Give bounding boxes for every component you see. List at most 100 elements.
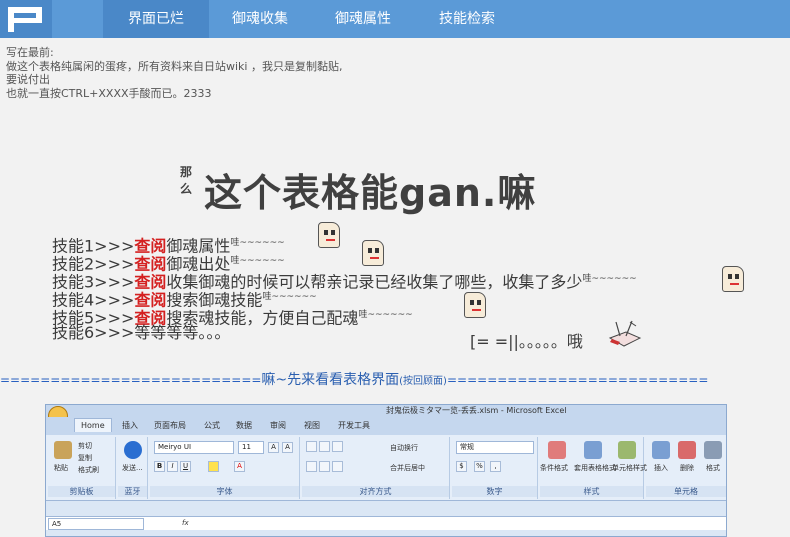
headline-small: 那么 [180,165,193,196]
conditional-format-icon [548,441,566,459]
site-logo[interactable] [0,0,52,38]
doodle-face-icon [722,266,744,292]
skill-row: 技能3>>>查阅收集御魂的时候可以帮亲记录已经收集了哪些，收集了多少哇~~~~~… [52,270,637,291]
group-clipboard: 粘贴 剪切 复制 格式刷 剪贴板 [48,437,116,499]
group-cells: 插入 删除 格式 单元格 [646,437,726,499]
paste-icon [54,441,72,459]
preface-line: 要说付出 [6,73,50,86]
group-alignment: 自动换行 合并后居中 对齐方式 [302,437,450,499]
preface-line: 写在最前: [6,46,54,59]
skill-exclaim: 哇~~~~~~ [582,274,637,284]
excel-tabs: Home 插入 页面布局 公式 数据 审阅 视图 开发工具 [46,417,726,435]
skill-exclaim: 哇~~~~~~ [358,310,413,320]
skill-exclaim: 哇~~~~~~ [230,238,285,248]
table-format-label: 套用表格格式 [574,464,616,472]
tab-formulas: 公式 [204,421,220,430]
format-painter-label: 格式刷 [78,466,99,474]
cut-label: 剪切 [78,442,92,450]
fx-icon: fx [182,519,189,527]
skill-exclaim: 哇~~~~~~ [230,256,285,266]
paste-label: 粘贴 [54,464,68,472]
nav-item-interface[interactable]: 界面已烂 [103,0,209,38]
excel-titlebar: 封鬼伝极ミタマ一览-丢丢.xlsm - Microsoft Excel [46,405,726,417]
insert-cells-icon [652,441,670,459]
group-name: 对齐方式 [302,486,449,497]
cell-style-label: 单元格样式 [612,464,647,472]
preface-text: 写在最前: 做这个表格纯属闲的蛋疼，所有资料来自日站wiki ，我只是复制黏贴,… [6,46,342,100]
excel-screenshot: 封鬼伝极ミタマ一览-丢丢.xlsm - Microsoft Excel Home… [45,404,727,537]
align-left-icon [306,461,317,472]
tab-review: 审阅 [270,421,286,430]
back-link[interactable]: (按回顾面) [399,376,447,387]
nav-item-skill-search[interactable]: 技能检索 [415,0,519,38]
font-color-icon: A [234,461,245,472]
shrink-font-icon: A [282,442,293,453]
group-bluetooth: 发送... 蓝牙 [118,437,148,499]
nav-item-attributes[interactable]: 御魂属性 [311,0,415,38]
delete-cells-icon [678,441,696,459]
align-center-icon [319,461,330,472]
preface-line: 也就一直按CTRL+XXXX手酸而已。2333 [6,86,212,100]
group-name: 数字 [452,486,537,497]
excel-ribbon: 粘贴 剪切 复制 格式刷 剪贴板 发送... 蓝牙 Meiryo UI 11 A… [46,435,726,501]
section-divider: ==========================嘛~先来看看表格界面(按回顾… [0,369,790,389]
number-format-select: 常规 [456,441,534,454]
font-size-select: 11 [238,441,264,454]
cell-style-icon [618,441,636,459]
tab-home: Home [74,418,112,432]
percent-icon: % [474,461,485,472]
name-box: A5 [48,518,144,530]
format-label: 格式 [706,464,720,472]
nav-item-collection[interactable]: 御魂收集 [209,0,311,38]
group-name: 样式 [540,486,643,497]
align-top-icon [306,441,317,452]
format-cells-icon [704,441,722,459]
sheet-grid [46,530,726,536]
underline-icon: U [180,461,191,472]
top-nav: 界面已烂 御魂收集 御魂属性 技能检索 [0,0,790,38]
delete-label: 删除 [680,464,694,472]
skill-row: 技能2>>>查阅御魂出处哇~~~~~~ [52,252,637,273]
skill-row: 技能5>>>查阅搜索魂技能，方便自己配魂哇~~~~~~ [52,306,637,327]
tab-insert: 插入 [122,421,138,430]
bold-icon: B [154,461,165,472]
insert-label: 插入 [654,464,668,472]
doodle-face-icon [464,292,486,318]
headline-title: 这个表格能gan.嘛 [204,171,537,215]
skill-row: 技能1>>>查阅御魂属性哇~~~~~~ [52,234,637,255]
tab-page-layout: 页面布局 [154,421,186,430]
align-right-icon [332,461,343,472]
font-name-select: Meiryo UI [154,441,234,454]
fill-color-icon [208,461,219,472]
group-number: 常规 $ % , 数字 [452,437,538,499]
group-name: 单元格 [646,486,726,497]
skill-exclaim: 哇~~~~~~ [262,292,317,302]
currency-icon: $ [456,461,467,472]
tab-data: 数据 [236,421,252,430]
preface-line: 做这个表格纯属闲的蛋疼，所有资料来自日站wiki ，我只是复制黏贴, [6,59,343,73]
comma-icon: , [490,461,501,472]
skill-row: 技能4>>>查阅搜索御魂技能哇~~~~~~ [52,288,637,309]
doodle-face-icon [318,222,340,248]
table-format-icon [584,441,602,459]
tab-view: 视图 [304,421,320,430]
skill-text: 等等等等。。。 [134,323,231,342]
divider-right: ========================== [446,373,709,387]
skill-list: 技能1>>>查阅御魂属性哇~~~~~~ 技能2>>>查阅御魂出处哇~~~~~~ … [52,234,637,342]
excel-title: 封鬼伝极ミタマ一览-丢丢.xlsm - Microsoft Excel [386,406,567,415]
group-styles: 条件格式 套用表格格式 单元格样式 样式 [540,437,647,499]
send-label: 发送... [122,464,143,472]
grow-font-icon: A [268,442,279,453]
group-name: 蓝牙 [118,486,147,497]
tail-text: [= =||。。。。。哦 [470,332,583,351]
align-bottom-icon [332,441,343,452]
wrap-text-label: 自动换行 [390,444,418,452]
fork-doodle-icon [608,320,642,347]
formula-bar: A5 fx [46,516,726,530]
doodle-face-icon [362,240,384,266]
copy-label: 复制 [78,454,92,462]
tab-developer: 开发工具 [338,421,370,430]
group-name: 剪贴板 [48,486,115,497]
align-middle-icon [319,441,330,452]
merge-center-label: 合并后居中 [390,464,425,472]
